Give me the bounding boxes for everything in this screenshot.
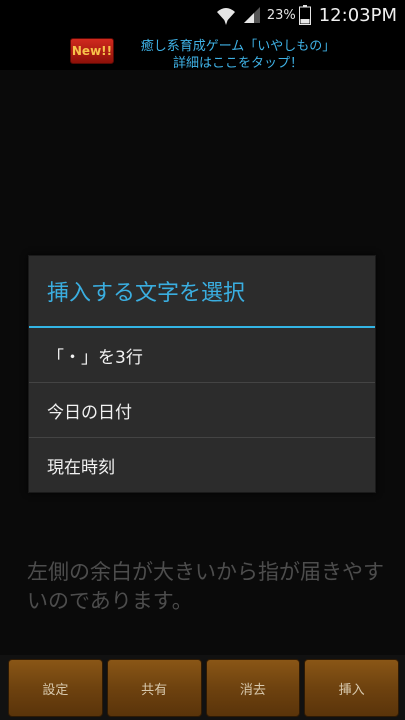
- delete-button[interactable]: 消去: [205, 659, 301, 717]
- ad-line-2: 詳細はここをタップ！: [172, 56, 303, 71]
- settings-button[interactable]: 設定: [8, 659, 103, 717]
- insert-dialog: 挿入する文字を選択 「・」を3行 今日の日付 現在時刻: [28, 255, 376, 493]
- dialog-title: 挿入する文字を選択: [29, 256, 375, 328]
- battery-icon: [298, 5, 311, 25]
- status-bar: 23% 12:03PM: [0, 0, 405, 30]
- wifi-icon: [216, 8, 235, 25]
- new-badge: New!!: [70, 38, 114, 64]
- share-button[interactable]: 共有: [106, 659, 202, 717]
- screen: 23% 12:03PM New!! 癒し系育成ゲーム「いやしもの」 詳細はここを…: [0, 0, 405, 720]
- ad-banner[interactable]: New!! 癒し系育成ゲーム「いやしもの」 詳細はここをタップ！: [0, 30, 405, 71]
- insert-button[interactable]: 挿入: [304, 659, 399, 717]
- battery-percent: 23%: [266, 7, 296, 23]
- bottom-toolbar: 設定 共有 消去 挿入: [0, 655, 405, 720]
- status-right: 23% 12:03PM: [215, 0, 397, 30]
- clock: 12:03PM: [318, 4, 397, 26]
- dialog-item-bullets[interactable]: 「・」を3行: [29, 328, 375, 383]
- dialog-item-time[interactable]: 現在時刻: [29, 438, 375, 493]
- dialog-item-date[interactable]: 今日の日付: [29, 383, 375, 438]
- signal-icon: [243, 7, 260, 23]
